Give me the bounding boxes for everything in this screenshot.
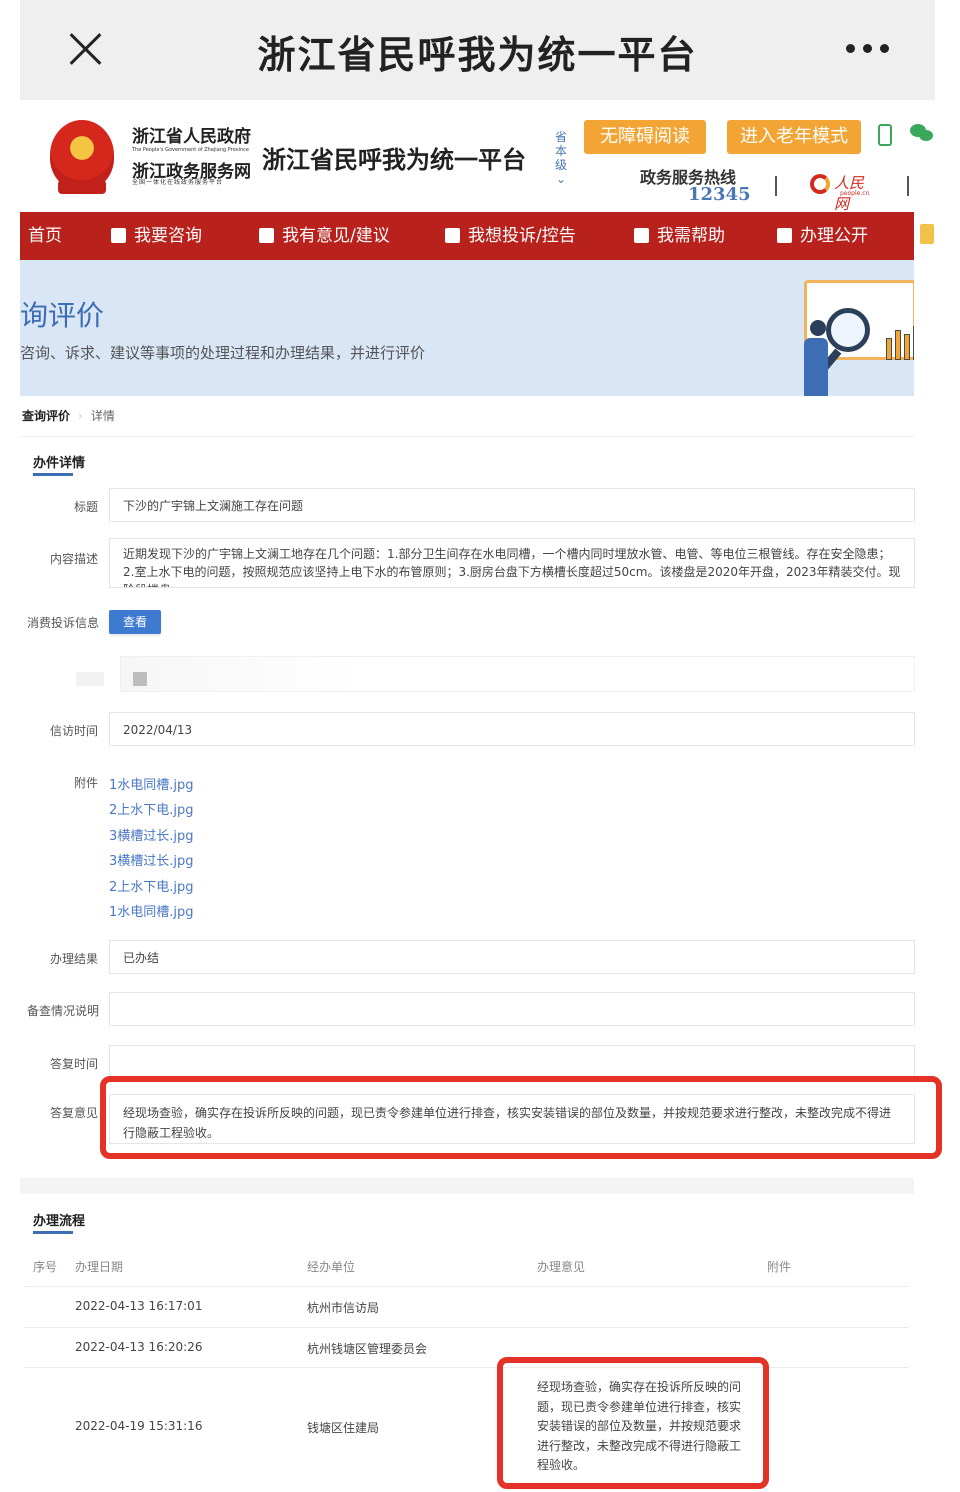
row-date: 2022-04-13 16:17:01	[75, 1299, 203, 1313]
wechat-icon[interactable]	[910, 124, 934, 142]
content-label: 内容描述	[50, 552, 99, 566]
consumer-label: 消费投诉信息	[27, 616, 100, 630]
divider	[775, 176, 777, 196]
nav-item-consult[interactable]: 我要咨询	[111, 212, 202, 260]
result-label: 办理结果	[50, 952, 99, 966]
nav-item-suggestion[interactable]: 我有意见/建议	[259, 212, 390, 260]
page-banner: 查询评价 查询咨询、诉求、建议等事项的处理过程和办理结果，并进行评价	[20, 260, 914, 396]
attachment-link[interactable]: 2上水下电.jpg	[109, 876, 194, 895]
nav-label: 我要咨询	[134, 226, 202, 246]
attachment-link[interactable]: 1水电同槽.jpg	[109, 774, 194, 793]
column-header-index: 序号	[33, 1260, 58, 1274]
document-icon	[777, 228, 792, 243]
magnifier-icon	[826, 308, 870, 352]
attachment-link[interactable]: 1水电同槽.jpg	[109, 901, 194, 920]
nav-item-public[interactable]: 办理公开	[777, 212, 868, 260]
nav-label: 我需帮助	[657, 226, 725, 246]
nav-label: 首页	[28, 226, 62, 246]
reply-time-label: 答复时间	[50, 1057, 99, 1071]
divider	[907, 176, 909, 196]
title-field: 下沙的广宇锦上文澜施工存在问题	[109, 488, 915, 522]
nav-label: 我有意见/建议	[282, 226, 390, 246]
banner-description: 查询咨询、诉求、建议等事项的处理过程和办理结果，并进行评价	[20, 344, 426, 362]
title-label: 标题	[74, 500, 99, 514]
row-date: 2022-04-13 16:20:26	[75, 1340, 203, 1354]
redacted-mark	[133, 672, 147, 686]
breadcrumb-detail: 详情	[90, 409, 115, 423]
visit-time-field: 2022/04/13	[109, 712, 915, 746]
content-field: 近期发现下沙的广宇锦上文澜工地存在几个问题：1.部分卫生间存在水电同槽，一个槽内…	[109, 538, 915, 588]
redacted-field	[120, 656, 915, 692]
platform-title: 浙江省民呼我为统一平台	[262, 145, 526, 174]
view-button[interactable]: 查看	[109, 610, 161, 634]
breadcrumb: 查询评价 › 详情	[22, 407, 115, 424]
bar-illustration	[886, 322, 914, 360]
nav-label: 我想投诉/控告	[468, 226, 576, 246]
highlight-box-opinion	[497, 1357, 769, 1489]
people-logo[interactable]: 人民网 people.cn	[810, 172, 874, 213]
row-unit: 钱塘区住建局	[307, 1421, 380, 1435]
side-float-icon[interactable]	[920, 224, 934, 244]
national-emblem-icon	[50, 120, 114, 194]
row-divider	[25, 1367, 909, 1368]
mobile-icon[interactable]	[878, 124, 892, 146]
section-divider	[20, 1178, 914, 1194]
filing-label: 备查情况说明	[27, 1004, 100, 1018]
elder-mode-button[interactable]: 进入老年模式	[727, 120, 861, 154]
detail-section-title: 办件详情	[33, 456, 86, 471]
app-bar: 浙江省民呼我为统一平台	[20, 0, 935, 100]
column-header-attachment: 附件	[767, 1260, 792, 1274]
service-subtitle: 全国一体化在线政务服务平台	[132, 179, 224, 186]
reply-label: 答复意见	[50, 1106, 99, 1120]
section-underline	[33, 473, 73, 476]
column-header-date: 办理日期	[75, 1260, 124, 1274]
redacted-label	[76, 672, 104, 686]
level-selector[interactable]: 省本级 ⌄	[554, 130, 568, 186]
visit-time-label: 信访时间	[50, 724, 99, 738]
gov-name-en: The People's Government of Zhejiang Prov…	[132, 147, 249, 153]
filing-field	[109, 992, 915, 1026]
nav-item-complaint[interactable]: 我想投诉/控告	[445, 212, 576, 260]
attachment-link[interactable]: 2上水下电.jpg	[109, 799, 194, 818]
book-icon	[634, 228, 649, 243]
edit-icon	[259, 228, 274, 243]
question-icon	[111, 228, 126, 243]
main-nav: 首页 我要咨询 我有意见/建议 我想投诉/控告 我需帮助 办理公开	[20, 212, 914, 260]
attachment-link[interactable]: 3横槽过长.jpg	[109, 850, 194, 869]
level-label: 省本级	[554, 130, 567, 172]
nav-item-home[interactable]: 首页	[28, 212, 62, 260]
complaint-icon	[445, 228, 460, 243]
row-divider	[25, 1286, 909, 1287]
people-logo-icon	[810, 174, 830, 194]
hotline-number: 12345	[688, 184, 751, 205]
accessibility-button[interactable]: 无障碍阅读	[584, 120, 706, 154]
attachment-link[interactable]: 3横槽过长.jpg	[109, 825, 194, 844]
breadcrumb-current[interactable]: 查询评价	[22, 409, 70, 423]
divider	[20, 436, 914, 437]
app-title: 浙江省民呼我为统一平台	[257, 33, 698, 77]
reply-time-field	[109, 1045, 915, 1079]
nav-label: 办理公开	[800, 226, 868, 246]
gov-name[interactable]: 浙江省人民政府	[132, 128, 251, 146]
more-icon[interactable]	[846, 44, 897, 53]
attachments-label: 附件	[74, 776, 99, 790]
row-divider	[25, 1327, 909, 1328]
result-field: 已办结	[109, 940, 915, 974]
column-header-opinion: 办理意见	[537, 1260, 586, 1274]
site-header: 浙江省人民政府 The People's Government of Zheji…	[20, 100, 935, 213]
row-unit: 杭州钱塘区管理委员会	[307, 1342, 428, 1356]
column-header-unit: 经办单位	[307, 1260, 356, 1274]
highlight-box-reply	[100, 1076, 942, 1159]
nav-item-help[interactable]: 我需帮助	[634, 212, 725, 260]
breadcrumb-separator: ›	[78, 409, 83, 423]
row-unit: 杭州市信访局	[307, 1301, 380, 1315]
people-logo-domain: people.cn	[840, 190, 870, 197]
process-section-title: 办理流程	[33, 1214, 86, 1229]
banner-title: 查询评价	[20, 299, 105, 332]
person-illustration	[800, 320, 830, 396]
section-underline	[33, 1231, 73, 1234]
row-date: 2022-04-19 15:31:16	[75, 1419, 203, 1433]
